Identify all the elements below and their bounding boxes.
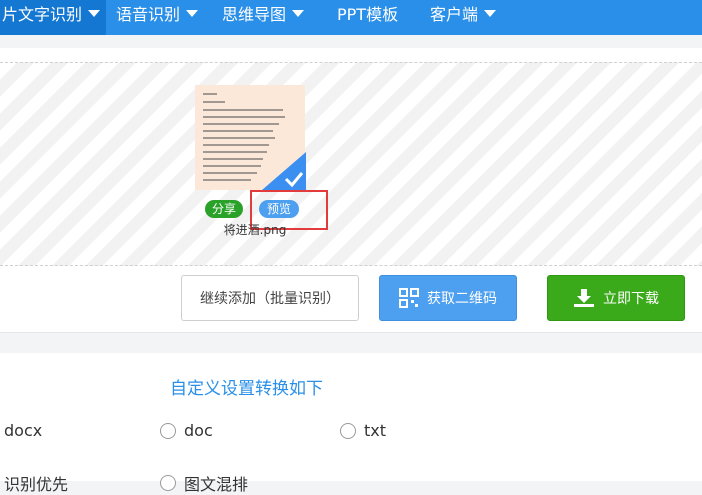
download-now-label: 立即下载: [603, 291, 659, 307]
nav-item-mind-map[interactable]: 思维导图: [222, 0, 305, 35]
get-qr-code-label: 获取二维码: [427, 291, 497, 307]
nav-item-ppt-templates[interactable]: PPT模板: [337, 0, 398, 35]
nav-item-label: 语音识别: [116, 5, 181, 24]
nav-item-label: 片文字识别: [2, 5, 83, 24]
format-option-txt[interactable]: txt: [340, 421, 386, 440]
nav-item-speech-recognition[interactable]: 语音识别: [116, 0, 199, 35]
format-docx-label: docx: [4, 421, 43, 440]
format-txt-label: txt: [364, 421, 387, 440]
option-recognition-priority[interactable]: 识别优先: [4, 471, 68, 495]
nav-item-client[interactable]: 客户端: [430, 0, 497, 35]
nav-item-image-ocr[interactable]: 片文字识别: [0, 0, 106, 35]
file-name: 将进酒.png: [223, 223, 287, 237]
format-doc-label: doc: [184, 421, 213, 440]
share-button[interactable]: 分享: [205, 200, 243, 218]
option-recognition-priority-label: 识别优先: [4, 475, 69, 494]
chevron-down-icon: [484, 10, 497, 17]
radio-icon: [160, 475, 176, 491]
download-now-button[interactable]: 立即下载: [547, 275, 685, 321]
option-mixed-layout[interactable]: 图文混排: [160, 471, 248, 495]
radio-icon: [340, 422, 356, 439]
nav-item-label: PPT模板: [337, 5, 399, 24]
upload-dropzone[interactable]: [0, 62, 702, 266]
conversion-settings-panel: 自定义设置转换如下 docx doc txt 识别优先 图文混排: [0, 353, 702, 494]
continue-add-label: 继续添加（批量识别）: [200, 291, 340, 307]
settings-title: 自定义设置转换如下: [170, 379, 323, 399]
format-option-docx[interactable]: docx: [4, 421, 42, 440]
selected-check-icon: [262, 152, 306, 190]
download-icon: [574, 289, 594, 307]
qr-code-icon: [399, 288, 419, 308]
get-qr-code-button[interactable]: 获取二维码: [379, 275, 517, 321]
chevron-down-icon: [186, 10, 199, 17]
chevron-down-icon: [292, 10, 305, 17]
nav-item-label: 思维导图: [222, 5, 287, 24]
option-mixed-layout-label: 图文混排: [184, 475, 249, 494]
continue-add-button[interactable]: 继续添加（批量识别）: [181, 275, 359, 321]
nav-item-label: 客户端: [430, 5, 479, 24]
format-option-doc[interactable]: doc: [160, 421, 213, 440]
radio-icon: [160, 422, 176, 439]
chevron-down-icon: [88, 10, 101, 17]
top-nav: 片文字识别 语音识别 思维导图 PPT模板 客户端: [0, 0, 702, 35]
